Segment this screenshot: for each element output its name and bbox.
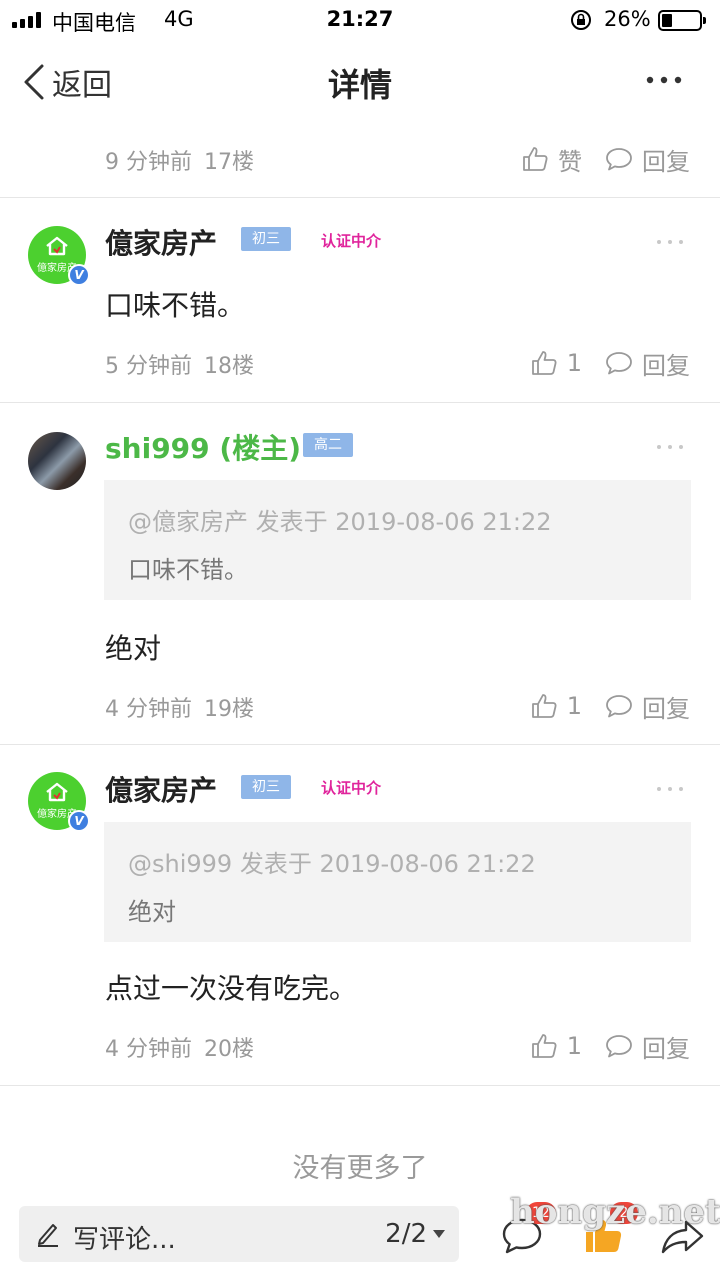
- post-20: 億家房产 V 億家房产 初三 认证中介 @shi999 发表于 2019-08-…: [0, 745, 720, 1086]
- reply-button[interactable]: 回复: [604, 346, 690, 381]
- post-time: 9 分钟前: [105, 150, 192, 175]
- post-meta: 9 分钟前 17楼: [105, 144, 254, 176]
- comment-input[interactable]: 写评论... 2/2: [19, 1206, 459, 1262]
- post-meta: 4 分钟前 19楼: [105, 691, 254, 723]
- post-actions: 赞 回复: [520, 142, 690, 176]
- post-17: 9 分钟前 17楼 赞 回复: [0, 122, 720, 198]
- reply-button[interactable]: 回复: [604, 1029, 690, 1064]
- page-selector[interactable]: 2/2: [385, 1219, 445, 1249]
- like-post-button[interactable]: 2: [582, 1202, 638, 1256]
- post-19: shi999 (楼主) 高二 @億家房产 发表于 2019-08-06 21:2…: [0, 403, 720, 745]
- house-logo-icon: [46, 782, 68, 802]
- like-button[interactable]: 1: [529, 1031, 582, 1061]
- end-of-list-note: 没有更多了: [292, 1153, 428, 1184]
- avatar[interactable]: 億家房产 V: [28, 772, 90, 832]
- reply-label: 回复: [642, 147, 690, 176]
- more-options-icon[interactable]: [644, 70, 684, 90]
- post-text: 口味不错。: [105, 289, 246, 322]
- reply-label: 回复: [642, 351, 690, 380]
- quote-box: @shi999 发表于 2019-08-06 21:22 绝对: [104, 822, 691, 942]
- username-op[interactable]: shi999 (楼主): [105, 427, 301, 467]
- like-label: 赞: [558, 147, 582, 176]
- post-more-icon[interactable]: [656, 238, 684, 246]
- chat-bubble-icon: [606, 1035, 632, 1058]
- pencil-icon: [38, 1224, 58, 1247]
- post-floor: 17楼: [204, 150, 254, 175]
- post-actions: 1 回复: [529, 1029, 690, 1063]
- post-more-icon[interactable]: [656, 443, 684, 451]
- post-floor: 18楼: [204, 354, 254, 379]
- battery-icon: [658, 10, 706, 31]
- quote-text: 绝对: [128, 898, 176, 926]
- comments-button[interactable]: 12: [500, 1202, 556, 1256]
- comment-count-badge: 12: [526, 1202, 556, 1224]
- verified-icon: V: [68, 264, 90, 286]
- avatar[interactable]: [28, 432, 86, 490]
- certification-badge: 认证中介: [321, 232, 382, 250]
- like-count-badge: 2: [610, 1202, 638, 1224]
- post-floor: 20楼: [204, 1037, 254, 1062]
- reply-label: 回复: [642, 694, 690, 723]
- share-arrow-icon: [661, 1220, 704, 1254]
- chat-bubble-icon: [606, 352, 632, 375]
- page-indicator: 2/2: [385, 1219, 427, 1249]
- post-actions: 1 回复: [529, 346, 690, 380]
- thumbs-up-icon: [523, 147, 548, 171]
- orientation-lock-icon: [571, 10, 591, 30]
- status-bar: 中国电信 4G 21:27 26%: [0, 0, 720, 40]
- post-time: 4 分钟前: [105, 1037, 192, 1062]
- post-text: 绝对: [105, 632, 162, 665]
- reply-label: 回复: [642, 1034, 690, 1063]
- post-meta: 5 分钟前 18楼: [105, 348, 254, 380]
- share-button[interactable]: [660, 1208, 706, 1256]
- reply-button[interactable]: 回复: [604, 142, 690, 177]
- username[interactable]: 億家房产: [105, 769, 217, 809]
- like-count: 1: [566, 1032, 582, 1060]
- verified-icon: V: [68, 810, 90, 832]
- nav-bar: 返回 详情: [0, 40, 720, 122]
- like-button[interactable]: 1: [529, 348, 582, 378]
- page-title: 详情: [327, 66, 392, 104]
- thumbs-up-icon: [531, 351, 557, 375]
- quote-meta: @億家房产 发表于 2019-08-06 21:22: [128, 508, 552, 536]
- level-badge: 初三: [241, 775, 291, 799]
- username[interactable]: 億家房产: [105, 222, 217, 262]
- post-actions: 1 回复: [529, 689, 690, 723]
- post-18: 億家房产 V 億家房产 初三 认证中介 口味不错。 5 分钟前 18楼 1 回复: [0, 198, 720, 403]
- post-floor: 19楼: [204, 697, 254, 722]
- like-button[interactable]: 1: [529, 691, 582, 721]
- comment-placeholder: 写评论...: [73, 1225, 176, 1255]
- quote-box: @億家房产 发表于 2019-08-06 21:22 口味不错。: [104, 480, 691, 600]
- certification-badge: 认证中介: [321, 779, 382, 797]
- level-badge: 高二: [303, 433, 353, 457]
- like-count: 1: [566, 692, 582, 720]
- level-badge: 初三: [241, 227, 291, 251]
- post-more-icon[interactable]: [656, 785, 684, 793]
- thumbs-up-icon: [531, 1034, 557, 1058]
- post-meta: 4 分钟前 20楼: [105, 1031, 254, 1063]
- thumbs-up-icon: [531, 694, 557, 718]
- like-count: 1: [566, 349, 582, 377]
- chat-bubble-icon: [606, 148, 632, 171]
- caret-down-icon: [433, 1230, 445, 1238]
- like-button[interactable]: 赞: [520, 142, 582, 177]
- house-logo-icon: [46, 236, 68, 256]
- reply-button[interactable]: 回复: [604, 689, 690, 724]
- battery-percent: 26%: [604, 7, 651, 31]
- avatar[interactable]: 億家房产 V: [28, 226, 90, 286]
- quote-text: 口味不错。: [128, 556, 248, 584]
- post-text: 点过一次没有吃完。: [105, 972, 358, 1005]
- chat-bubble-icon: [606, 695, 632, 718]
- post-time: 5 分钟前: [105, 354, 192, 379]
- quote-meta: @shi999 发表于 2019-08-06 21:22: [128, 850, 536, 878]
- post-time: 4 分钟前: [105, 697, 192, 722]
